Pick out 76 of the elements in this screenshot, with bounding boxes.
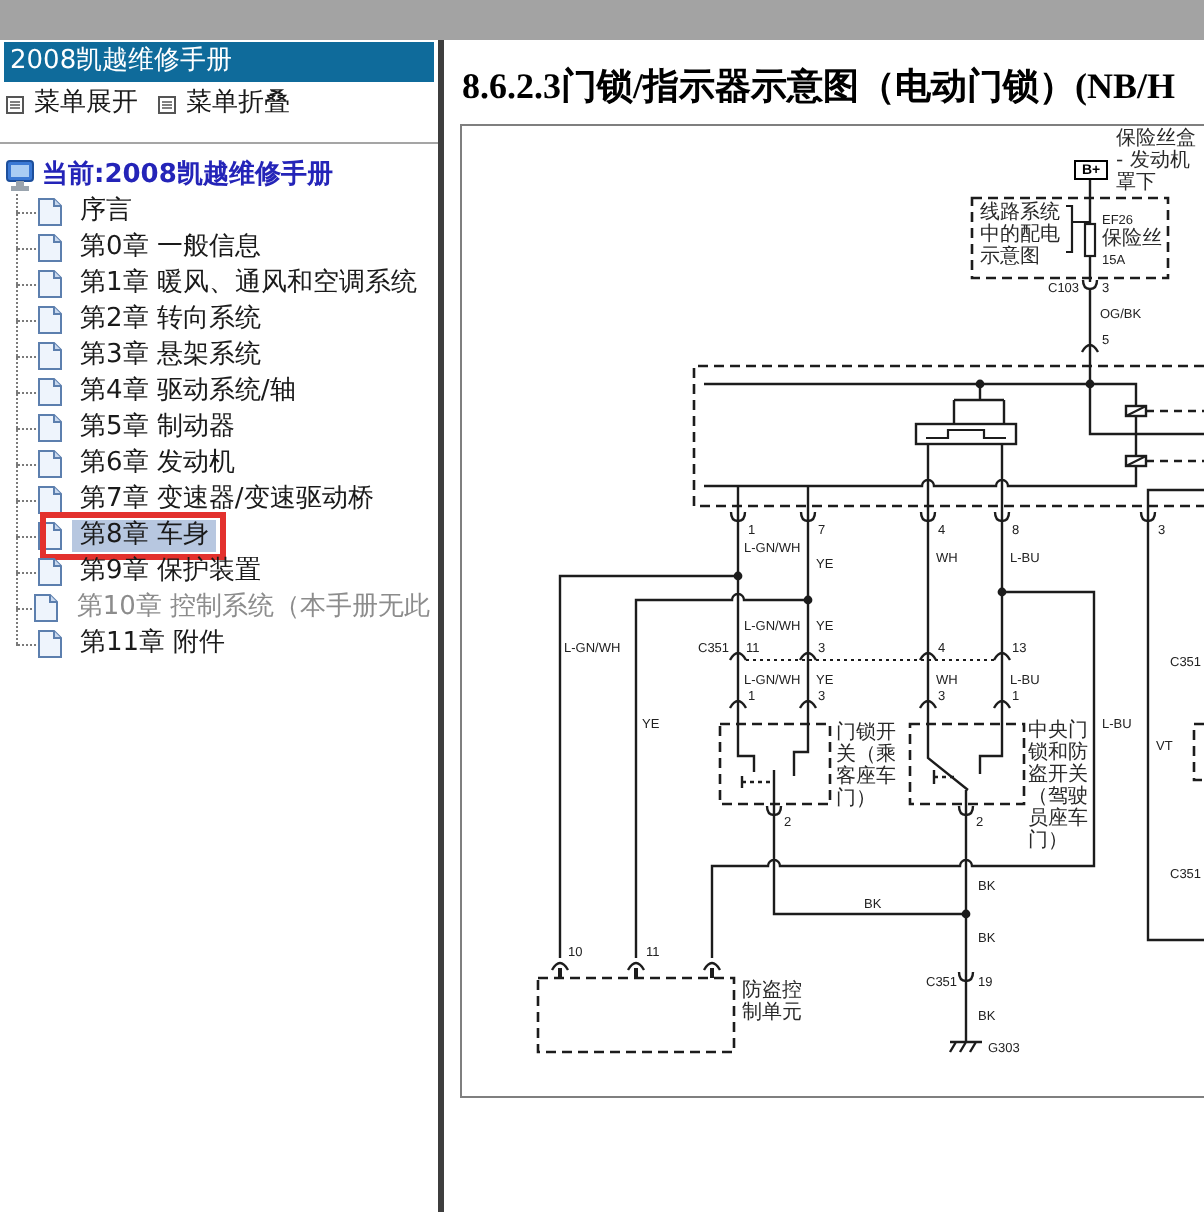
diagram-note: 保险丝盒 - 发动机罩下 [1116,128,1198,194]
page-icon [38,306,62,334]
page-icon [38,630,62,658]
connector-symbol [627,961,645,978]
diagram-note: 门锁开关（乘客座车门） [836,722,898,810]
sidebar-title: 2008凯越维修手册 [4,42,434,82]
list-icon [158,95,176,113]
page-icon [38,342,62,370]
junction-dot [997,587,1007,597]
diagram-note: 防盗控制单元 [742,980,804,1024]
tree-item[interactable]: 第4章 驱动系统/轴 [72,376,304,408]
switch-symbol [736,722,810,796]
connector-symbol [919,511,937,523]
connector-symbol [1139,511,1157,523]
ground-symbol [948,1040,984,1054]
tree-item[interactable]: 第11章 附件 [72,628,234,660]
connector-symbol [703,961,721,978]
page-icon [38,558,62,586]
connector-symbol [799,699,817,709]
connector-symbol [729,511,747,523]
tree-item[interactable]: 第5章 制动器 [72,412,243,444]
menu-link[interactable]: 菜单展开 [6,86,138,122]
connector-symbol [1081,343,1099,353]
leader-bracket [1064,204,1092,254]
connector-symbol [799,511,817,523]
tree-item[interactable]: 第0章 一般信息 [72,232,269,264]
page-icon [38,414,62,442]
wire [1088,256,1092,282]
connector-symbol [765,805,783,817]
page-icon [38,486,62,514]
connector-symbol [799,651,817,661]
page-icon [38,198,62,226]
connector-symbol [919,651,937,661]
tree-item[interactable]: 序言 [72,196,140,228]
component-outline [908,722,1026,806]
list-icon [6,95,24,113]
page-icon [38,450,62,478]
connector-symbol [729,699,747,709]
junction-dot [803,595,813,605]
diagram-note: 中央门锁和防盗开关（驾驶员座车门） [1028,720,1090,852]
connector-symbol [957,805,975,817]
junction-dot [961,909,971,919]
page-icon [38,234,62,262]
junction-dot [733,571,743,581]
connector-symbol [919,699,937,709]
junction-dot [1085,379,1095,389]
connector-symbol [993,699,1011,709]
wire [1088,180,1092,224]
monitor-icon [6,160,34,192]
page-title: 8.6.2.3门锁/指示器示意图（电动门锁）(NB/H [460,64,1178,108]
connector-symbol [993,651,1011,661]
fuse-symbol [1083,222,1097,258]
tree-item[interactable]: 第2章 转向系统 [72,304,269,336]
tree-item[interactable]: 第9章 保护装置 [72,556,269,588]
component-outline [718,722,832,806]
connector-symbol [993,511,1011,523]
page-icon [38,378,62,406]
page-icon [38,270,62,298]
menu-link[interactable]: 菜单折叠 [158,86,290,122]
page-icon [34,594,59,622]
tree-item[interactable]: 第6章 发动机 [72,448,243,480]
component-outline [1192,722,1204,782]
diagram-note: 线路系统中的配电示意图 [980,202,1062,268]
tree-root-item[interactable]: 当前:2008凯越维修手册 [42,158,333,194]
connector-symbol [551,961,569,978]
actuator-symbol [914,422,1018,446]
connector-symbol [1081,279,1099,291]
tree-item[interactable]: 第3章 悬架系统 [72,340,269,372]
connector-symbol [729,651,747,661]
connector-symbol [957,971,975,983]
diagram-note: 保险丝 [1102,228,1164,250]
tree-item[interactable]: 第8章 车身 [72,520,217,552]
tree-item[interactable]: 第7章 变速器/变速驱动桥 [72,484,382,516]
tree-item[interactable]: 第1章 暖风、通风和空调系统 [72,268,425,300]
switch-symbol [926,722,1004,792]
junction-dot [975,379,985,389]
